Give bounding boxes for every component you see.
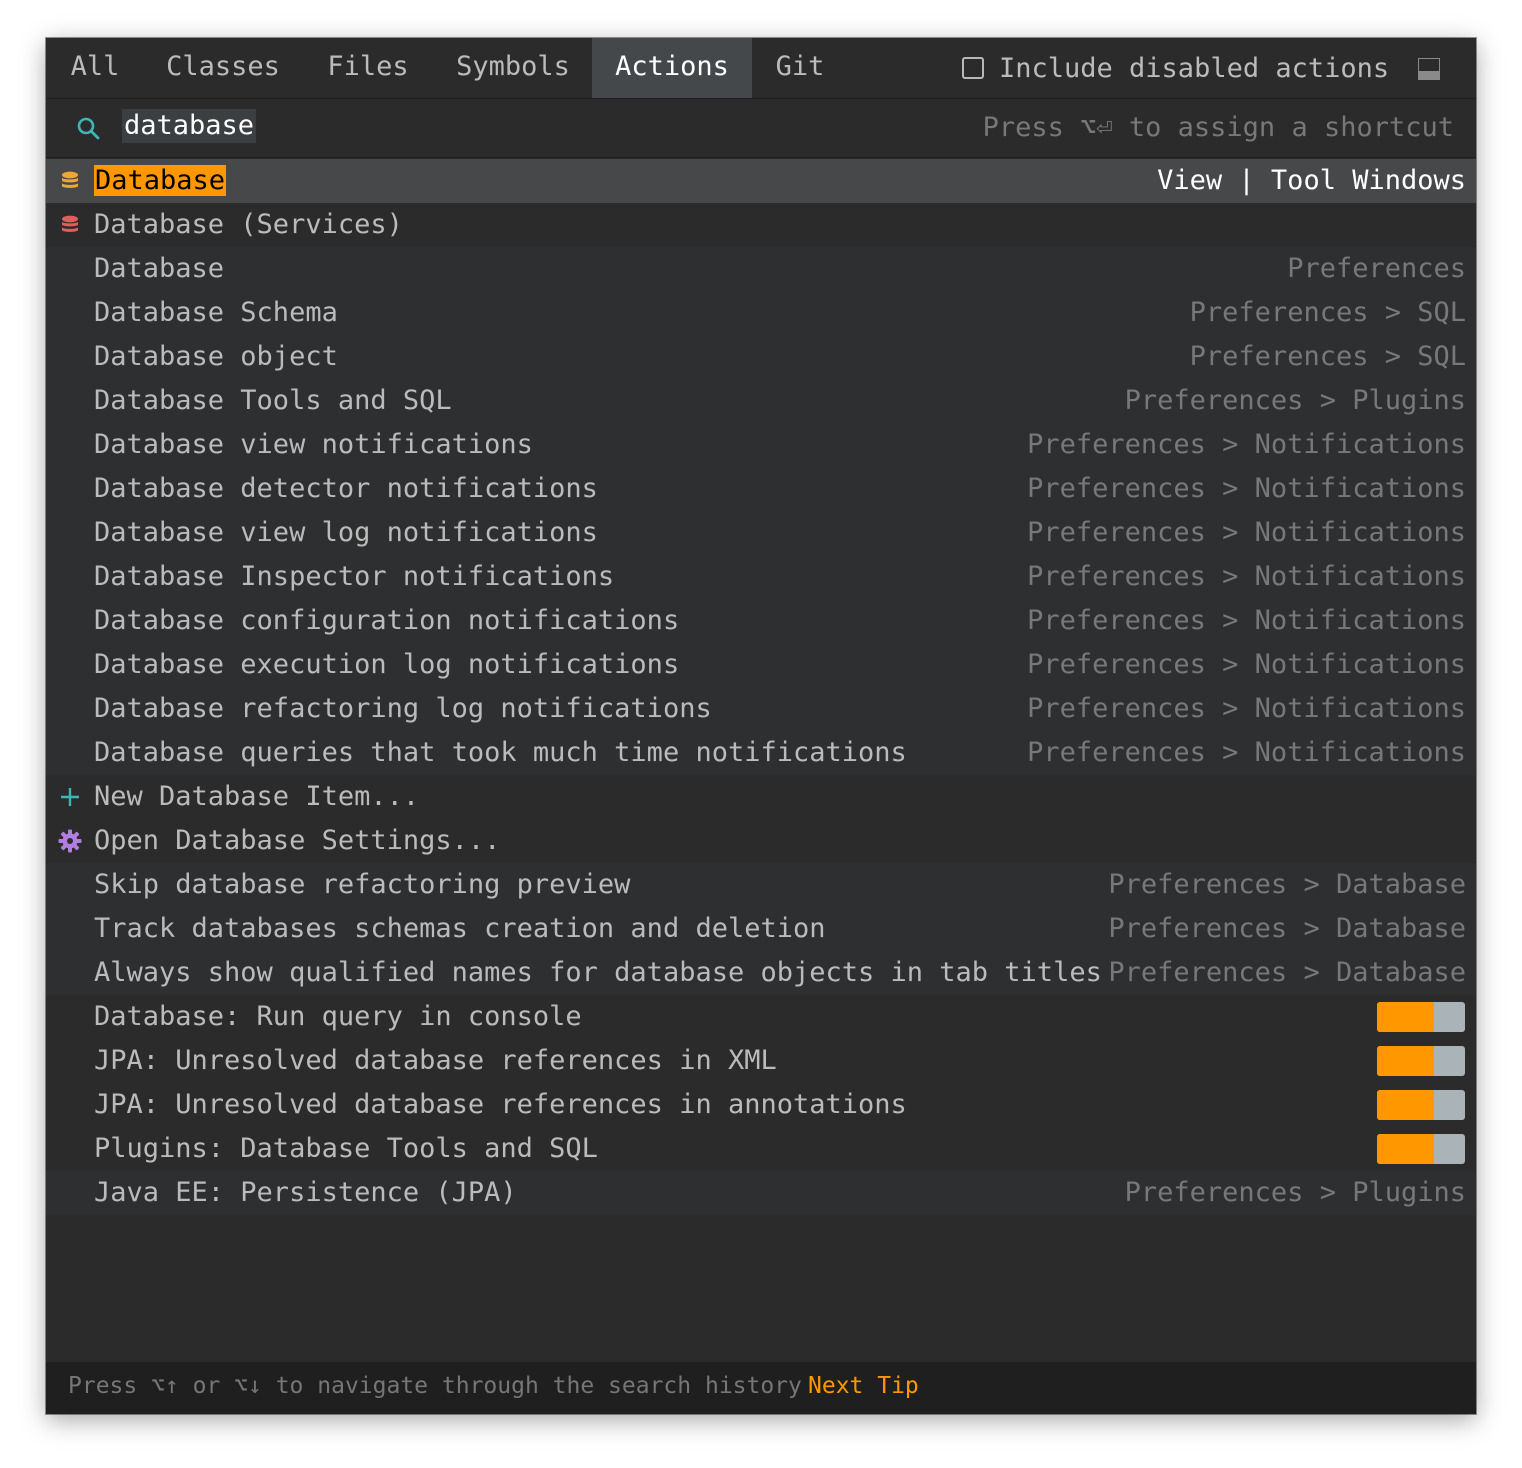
search-input[interactable]: database: [122, 109, 257, 143]
result-name: Database Tools and SQL: [94, 385, 452, 416]
tab-classes[interactable]: Classes: [144, 38, 302, 98]
shortcut-hint: Press ⌥⏎ to assign a shortcut: [982, 112, 1454, 143]
result-location: Preferences > Database: [1108, 869, 1466, 900]
result-name: Open Database Settings...: [94, 825, 501, 856]
result-name: Database queries that took much time not…: [94, 737, 907, 768]
toggle-on-part: [1377, 1134, 1435, 1164]
result-name: Java EE: Persistence (JPA): [94, 1177, 517, 1208]
database-icon: [62, 171, 78, 188]
result-name: Always show qualified names for database…: [94, 957, 1102, 988]
result-name: Database view notifications: [94, 429, 533, 460]
result-toggle-option[interactable]: Plugins: Database Tools and SQL: [46, 1127, 1476, 1171]
result-setting[interactable]: Database configuration notifications Pref…: [46, 599, 1476, 643]
result-location: Preferences > Notifications: [1027, 429, 1466, 460]
tab-bar: All Classes Files Symbols Actions Git In…: [46, 38, 1476, 99]
result-name: JPA: Unresolved database references in a…: [94, 1089, 907, 1120]
result-location: Preferences > SQL: [1189, 297, 1466, 328]
result-name: Database view log notifications: [94, 517, 598, 548]
search-bar: database Press ⌥⏎ to assign a shortcut: [46, 99, 1476, 158]
search-everywhere-popup: All Classes Files Symbols Actions Git In…: [46, 38, 1476, 1414]
result-setting[interactable]: Database execution log notifications Pref…: [46, 643, 1476, 687]
result-location: Preferences > Database: [1108, 957, 1466, 988]
toggle-switch[interactable]: [1377, 1002, 1465, 1032]
result-setting[interactable]: Database detector notifications Preferenc…: [46, 467, 1476, 511]
result-name: Database: [94, 253, 225, 284]
tab-git[interactable]: Git: [752, 38, 848, 98]
result-name: Database configuration notifications: [94, 605, 680, 636]
result-setting[interactable]: Database refactoring log notifications Pr…: [46, 687, 1476, 731]
result-option[interactable]: Skip database refactoring preview Prefere…: [46, 863, 1476, 907]
result-option[interactable]: Always show qualified names for database…: [46, 951, 1476, 995]
include-disabled-label: Include disabled actions: [999, 52, 1390, 84]
include-disabled-actions-option[interactable]: Include disabled actions: [962, 38, 1389, 98]
tab-actions[interactable]: Actions: [592, 38, 752, 98]
result-location: Preferences > Plugins: [1124, 385, 1466, 416]
result-setting[interactable]: Java EE: Persistence (JPA) Preferences > …: [46, 1171, 1476, 1215]
result-new-database-item[interactable]: New Database Item...: [46, 775, 1476, 819]
search-icon: [77, 117, 100, 140]
results-list: Database View | Tool Windows Database (S…: [46, 159, 1476, 1215]
result-name: Track databases schemas creation and del…: [94, 913, 826, 944]
result-location: View | Tool Windows: [1157, 165, 1466, 196]
result-location: Preferences > Notifications: [1027, 605, 1466, 636]
matched-text: Database: [94, 165, 227, 196]
database-services-icon: [62, 215, 78, 232]
toggle-switch[interactable]: [1377, 1090, 1465, 1120]
result-location: Preferences > Plugins: [1124, 1177, 1466, 1208]
result-name: New Database Item...: [94, 781, 420, 812]
result-location: Preferences > Notifications: [1027, 693, 1466, 724]
result-database-tool-window[interactable]: Database View | Tool Windows: [46, 159, 1476, 203]
tab-symbols[interactable]: Symbols: [434, 38, 592, 98]
toggle-switch[interactable]: [1377, 1046, 1465, 1076]
plus-icon: [61, 788, 79, 806]
result-setting[interactable]: Database Preferences: [46, 247, 1476, 291]
result-toggle-option[interactable]: JPA: Unresolved database references in a…: [46, 1083, 1476, 1127]
result-location: Preferences > SQL: [1189, 341, 1466, 372]
result-database-services[interactable]: Database (Services): [46, 203, 1476, 247]
result-location: Preferences > Notifications: [1027, 649, 1466, 680]
result-name: JPA: Unresolved database references in X…: [94, 1045, 777, 1076]
result-location: Preferences > Notifications: [1027, 473, 1466, 504]
result-name: Database refactoring log notifications: [94, 693, 712, 724]
toggle-switch[interactable]: [1377, 1134, 1465, 1164]
result-location: Preferences > Notifications: [1027, 517, 1466, 548]
result-setting[interactable]: Database Tools and SQL Preferences > Plug…: [46, 379, 1476, 423]
result-location: Preferences > Notifications: [1027, 561, 1466, 592]
result-name: Database Inspector notifications: [94, 561, 615, 592]
result-location: Preferences > Notifications: [1027, 737, 1466, 768]
tab-files[interactable]: Files: [302, 38, 434, 98]
next-tip-link[interactable]: Next Tip: [808, 1362, 919, 1410]
toggle-on-part: [1377, 1090, 1435, 1120]
result-option[interactable]: Track databases schemas creation and del…: [46, 907, 1476, 951]
result-name: Database: Run query in console: [94, 1001, 582, 1032]
result-setting[interactable]: Database view log notifications Preferenc…: [46, 511, 1476, 555]
result-setting[interactable]: Database view notifications Preferences >…: [46, 423, 1476, 467]
toggle-on-part: [1377, 1046, 1435, 1076]
result-name: Database Schema: [94, 297, 338, 328]
footer-tip-bar: Press ⌥↑ or ⌥↓ to navigate through the s…: [46, 1362, 1476, 1414]
tab-all[interactable]: All: [46, 38, 144, 98]
result-name: Database (Services): [94, 209, 403, 240]
result-setting[interactable]: Database Schema Preferences > SQL: [46, 291, 1476, 335]
result-setting[interactable]: Database object Preferences > SQL: [46, 335, 1476, 379]
result-toggle-option[interactable]: JPA: Unresolved database references in X…: [46, 1039, 1476, 1083]
footer-tip-text: Press ⌥↑ or ⌥↓ to navigate through the s…: [68, 1373, 802, 1399]
result-name: Plugins: Database Tools and SQL: [94, 1133, 598, 1164]
pin-window-icon[interactable]: [1418, 58, 1440, 80]
include-disabled-checkbox[interactable]: [962, 57, 984, 79]
result-name: Database detector notifications: [94, 473, 598, 504]
result-location: Preferences: [1287, 253, 1466, 284]
result-name: Database execution log notifications: [94, 649, 680, 680]
result-setting[interactable]: Database Inspector notifications Preferen…: [46, 555, 1476, 599]
result-name: Database object: [94, 341, 338, 372]
result-location: Preferences > Database: [1108, 913, 1466, 944]
toggle-on-part: [1377, 1002, 1435, 1032]
result-open-database-settings[interactable]: Open Database Settings...: [46, 819, 1476, 863]
result-setting[interactable]: Database queries that took much time not…: [46, 731, 1476, 775]
gear-icon: [58, 829, 82, 853]
result-name: Skip database refactoring preview: [94, 869, 631, 900]
result-toggle-option[interactable]: Database: Run query in console: [46, 995, 1476, 1039]
